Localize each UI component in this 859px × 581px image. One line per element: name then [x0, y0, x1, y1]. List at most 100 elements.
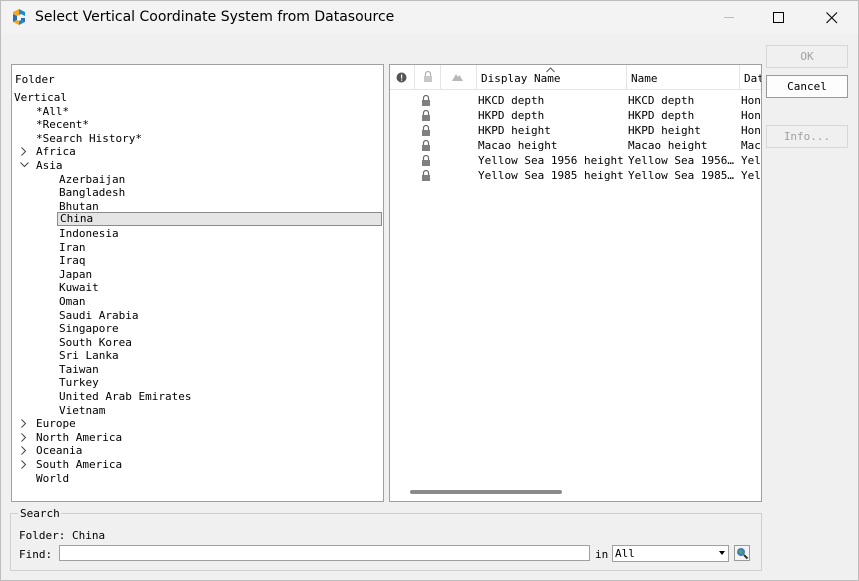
- column-status[interactable]: [390, 65, 415, 89]
- tree-item[interactable]: Saudi Arabia: [12, 309, 383, 323]
- crs-list-row[interactable]: Yellow Sea 1985 height Yellow Sea 1985… Ye…: [390, 168, 761, 183]
- lock-icon: [422, 95, 430, 106]
- cell-name: HKPD depth: [628, 109, 695, 123]
- chevron-right-icon[interactable]: [19, 458, 29, 471]
- tree-item[interactable]: Japan: [12, 268, 383, 282]
- tree-item-label: Oman: [59, 294, 86, 308]
- cell-display-name: HKCD depth: [478, 94, 545, 107]
- crs-list-row[interactable]: HKPD depth HKPD depth Hon: [390, 108, 761, 123]
- lock-icon: [422, 140, 430, 152]
- folder-header: Folder: [15, 73, 55, 86]
- tree-item[interactable]: Oman: [12, 295, 383, 309]
- tree-item[interactable]: Indonesia: [12, 227, 383, 241]
- chevron-right-icon[interactable]: [19, 145, 29, 158]
- column-header-row: Display Name Name Dat: [390, 65, 761, 90]
- tree-item-label: *Search History*: [36, 131, 142, 145]
- tree-item[interactable]: North America: [12, 431, 383, 445]
- ok-button[interactable]: OK: [766, 45, 848, 68]
- search-group-border: [10, 513, 18, 514]
- current-folder-label: Folder: China: [19, 529, 106, 542]
- tree-item-label: Turkey: [59, 376, 99, 390]
- tree-item-label: South Korea: [59, 335, 132, 349]
- tree-item[interactable]: South Korea: [12, 336, 383, 350]
- tree-item-label: Iran: [59, 240, 86, 254]
- lock-icon: [422, 170, 430, 182]
- tree-item[interactable]: *All*: [12, 105, 383, 119]
- tree-item[interactable]: South America: [12, 458, 383, 472]
- cell-display-name: Yellow Sea 1956 height: [478, 154, 624, 168]
- crs-list-row[interactable]: Macao height Macao height Mac: [390, 138, 761, 153]
- tree-item[interactable]: Asia: [12, 159, 383, 173]
- column-datum[interactable]: Dat: [740, 65, 761, 89]
- tree-item[interactable]: Kuwait: [12, 281, 383, 295]
- tree-item[interactable]: United Arab Emirates: [12, 390, 383, 404]
- tree-item[interactable]: Turkey: [12, 376, 383, 390]
- search-group-border: [60, 513, 761, 514]
- tree-item[interactable]: China: [12, 212, 383, 227]
- chevron-down-icon[interactable]: [19, 159, 29, 172]
- crs-list-row[interactable]: Yellow Sea 1956 height Yellow Sea 1956… Ye…: [390, 153, 761, 168]
- tree-item[interactable]: Oceania: [12, 444, 383, 458]
- dialog-window: Select Vertical Coordinate System from D…: [0, 0, 859, 581]
- tree-item-label: South America: [36, 458, 123, 472]
- tree-item-label: Japan: [59, 267, 93, 281]
- tree-item[interactable]: Europe: [12, 417, 383, 431]
- search-group: [10, 513, 762, 571]
- tree-item-label: Saudi Arabia: [59, 308, 139, 322]
- tree-item[interactable]: Singapore: [12, 322, 383, 336]
- tree-item-label: Iraq: [59, 254, 86, 268]
- tree-item[interactable]: Iran: [12, 241, 383, 255]
- tree-item-label: Azerbaijan: [59, 172, 126, 186]
- chevron-right-icon[interactable]: [19, 444, 29, 457]
- cell-name: Yellow Sea 1956…: [628, 154, 734, 168]
- tree-item[interactable]: Vietnam: [12, 404, 383, 418]
- column-area[interactable]: [441, 65, 477, 89]
- cell-display-name: HKPD depth: [478, 109, 545, 123]
- cancel-button[interactable]: Cancel: [766, 75, 848, 98]
- cell-name: HKCD depth: [628, 94, 695, 107]
- search-button[interactable]: [734, 545, 750, 561]
- cell-datum: Yel: [741, 154, 761, 168]
- tree-item-label: *Recent*: [36, 118, 89, 132]
- tree-item[interactable]: Iraq: [12, 254, 383, 268]
- cell-name: HKPD height: [628, 124, 701, 138]
- crs-list-row[interactable]: HKPD height HKPD height Hon: [390, 123, 761, 138]
- folder-tree[interactable]: Vertical *All* *Recent* *Search History* Afr…: [12, 91, 383, 485]
- column-name[interactable]: Name: [627, 65, 740, 89]
- minimize-button[interactable]: [706, 1, 752, 34]
- cell-datum: Hon: [741, 109, 761, 123]
- chevron-right-icon[interactable]: [19, 417, 29, 430]
- close-button[interactable]: [809, 1, 855, 34]
- info-button[interactable]: Info...: [766, 125, 848, 148]
- crs-list-row[interactable]: HKCD depth HKCD depth Hon: [390, 93, 761, 108]
- app-logo-icon: [13, 9, 25, 25]
- search-group-title: Search: [19, 507, 61, 520]
- tree-item[interactable]: Taiwan: [12, 363, 383, 377]
- in-label: in: [595, 548, 609, 561]
- tree-item[interactable]: Bangladesh: [12, 186, 383, 200]
- search-scope-value: All: [615, 547, 635, 560]
- cell-display-name: Yellow Sea 1985 height: [478, 169, 624, 183]
- crs-list-panel: Display Name Name Dat HKCD depth HKCD dep…: [389, 64, 762, 502]
- column-lock[interactable]: [415, 65, 441, 89]
- tree-item-label: Vietnam: [59, 403, 106, 417]
- tree-item[interactable]: *Search History*: [12, 132, 383, 146]
- horizontal-scrollbar[interactable]: [410, 490, 562, 494]
- tree-item[interactable]: Vertical: [12, 91, 383, 105]
- tree-item[interactable]: Africa: [12, 145, 383, 159]
- tree-item[interactable]: Sri Lanka: [12, 349, 383, 363]
- maximize-button[interactable]: [756, 1, 802, 34]
- tree-item[interactable]: World: [12, 472, 383, 486]
- cell-display-name: HKPD height: [478, 124, 551, 138]
- search-scope-select[interactable]: All: [612, 545, 729, 562]
- cell-display-name: Macao height: [478, 139, 558, 153]
- tree-item[interactable]: Azerbaijan: [12, 173, 383, 187]
- tree-item-label: World: [36, 471, 70, 485]
- chevron-right-icon[interactable]: [19, 431, 29, 444]
- cell-datum: Hon: [741, 94, 761, 107]
- tree-item[interactable]: Bhutan: [12, 200, 383, 214]
- cell-datum: Mac: [741, 139, 761, 153]
- tree-item[interactable]: *Recent*: [12, 118, 383, 132]
- tree-item-label: *All*: [36, 104, 70, 118]
- find-input[interactable]: [59, 545, 590, 561]
